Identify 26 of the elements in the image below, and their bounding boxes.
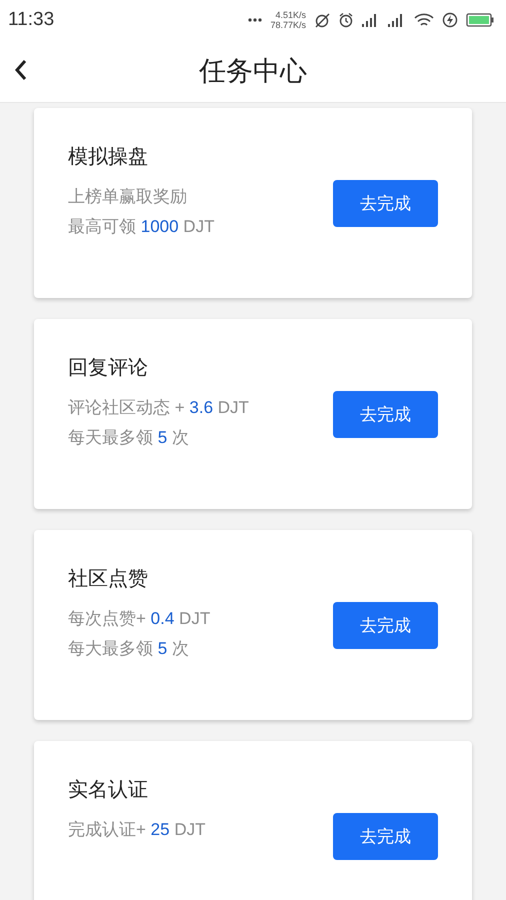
wifi-icon bbox=[414, 12, 434, 28]
task-description: 每次点赞+ 0.4 DJT bbox=[68, 608, 212, 630]
task-description: 每大最多领 5 次 bbox=[68, 638, 190, 660]
task-description: 完成认证+ 25 DJT bbox=[68, 819, 206, 841]
task-description: 上榜单赢取奖励 bbox=[68, 186, 188, 208]
charging-icon bbox=[442, 12, 458, 28]
alarm-clock-icon bbox=[338, 12, 354, 28]
upload-speed: 4.51K/s bbox=[274, 10, 306, 20]
alarm-off-icon bbox=[314, 12, 330, 28]
task-title: 回复评论 bbox=[68, 356, 149, 381]
complete-button[interactable]: 去完成 bbox=[333, 391, 438, 438]
back-button[interactable] bbox=[14, 58, 28, 82]
task-title: 实名认证 bbox=[68, 778, 149, 803]
task-title: 模拟操盘 bbox=[68, 145, 149, 170]
complete-button[interactable]: 去完成 bbox=[333, 180, 438, 227]
complete-button[interactable]: 去完成 bbox=[333, 813, 438, 860]
more-dots-icon bbox=[248, 18, 262, 22]
battery-icon bbox=[466, 13, 494, 27]
clock-time: 11:33 bbox=[8, 8, 54, 32]
task-title: 社区点赞 bbox=[68, 567, 149, 592]
page-title: 任务中心 bbox=[199, 54, 307, 88]
complete-button[interactable]: 去完成 bbox=[333, 602, 438, 649]
task-description: 评论社区动态 + 3.6 DJT bbox=[68, 397, 250, 419]
task-description: 每天最多领 5 次 bbox=[68, 427, 190, 449]
download-speed: 78.77K/s bbox=[270, 20, 306, 30]
task-description: 最高可领 1000 DJT bbox=[68, 216, 216, 238]
